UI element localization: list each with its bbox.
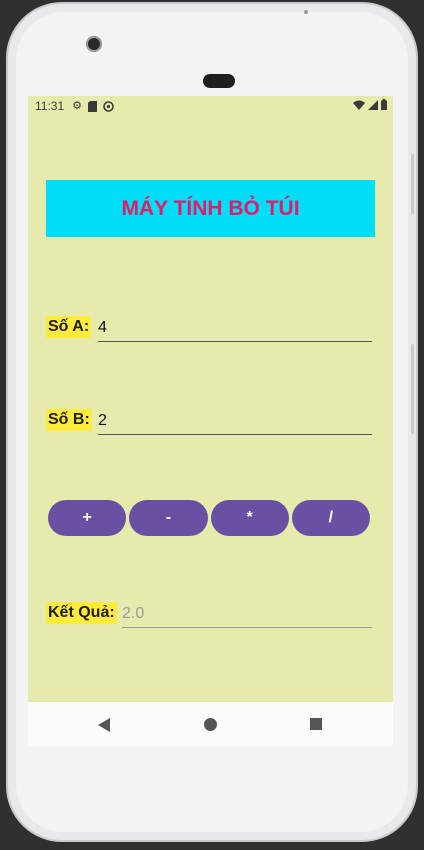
status-time: 11:31: [35, 99, 65, 113]
result-field[interactable]: [122, 601, 372, 628]
divide-button[interactable]: /: [291, 500, 370, 536]
earpiece-speaker: [203, 74, 235, 88]
sensor-dot: [304, 10, 308, 14]
wifi-icon: [353, 100, 365, 110]
app-screen: 11:31 ⚙ MÁY TÍNH BỎ TÚI Số A: Số B: + - …: [28, 96, 393, 746]
back-icon[interactable]: [98, 718, 110, 732]
title-banner: MÁY TÍNH BỎ TÚI: [46, 180, 375, 237]
recents-icon[interactable]: [310, 718, 322, 730]
field-a-row: Số A:: [46, 314, 372, 342]
front-camera: [86, 36, 102, 52]
home-icon[interactable]: [204, 718, 217, 731]
navigation-bar: [28, 702, 393, 746]
battery-icon: [381, 99, 387, 110]
gear-icon: ⚙: [72, 100, 83, 112]
volume-button: [411, 154, 414, 214]
status-bar: 11:31 ⚙: [28, 96, 393, 116]
field-b-input[interactable]: [98, 408, 372, 435]
sd-card-icon: [88, 100, 98, 112]
status-icons-right: [353, 99, 387, 110]
sync-icon: [103, 100, 114, 112]
result-row: Kết Quả:: [46, 600, 372, 628]
field-b-row: Số B:: [46, 407, 372, 435]
power-button: [411, 344, 414, 434]
signal-icon: [368, 99, 378, 110]
result-label: Kết Quả:: [46, 602, 117, 624]
field-a-label: Số A:: [46, 316, 92, 338]
multiply-button[interactable]: *: [210, 500, 289, 536]
operator-buttons: + - * /: [48, 500, 370, 536]
app-title: MÁY TÍNH BỎ TÚI: [121, 196, 300, 220]
status-icons-left: ⚙: [72, 100, 114, 112]
subtract-button[interactable]: -: [129, 500, 208, 536]
field-b-label: Số B:: [46, 409, 92, 431]
add-button[interactable]: +: [48, 500, 127, 536]
field-a-input[interactable]: [98, 315, 372, 342]
